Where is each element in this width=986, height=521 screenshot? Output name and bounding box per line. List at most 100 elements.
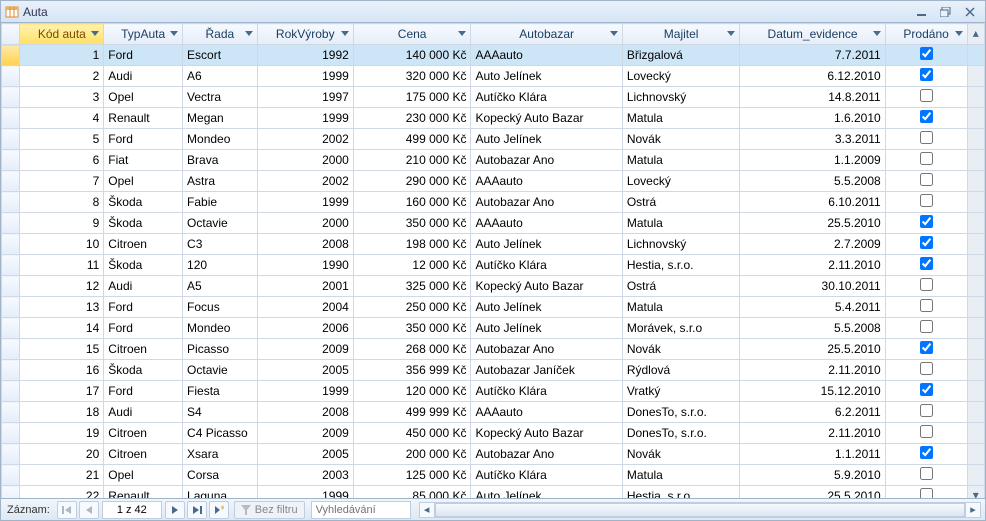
cell-bazar[interactable]: Kopecký Auto Bazar xyxy=(471,108,622,129)
sold-checkbox[interactable] xyxy=(920,89,933,102)
cell-majitel[interactable]: Matula xyxy=(622,150,740,171)
cell-typ[interactable]: Citroen xyxy=(104,339,183,360)
table-row[interactable]: 15CitroenPicasso2009268 000 KčAutobazar … xyxy=(2,339,985,360)
table-row[interactable]: 7OpelAstra2002290 000 KčAAAautoLovecký5.… xyxy=(2,171,985,192)
cell-bazar[interactable]: Autobazar Ano xyxy=(471,192,622,213)
vscroll-track[interactable] xyxy=(967,360,984,381)
cell-prodano[interactable] xyxy=(885,45,967,66)
vscroll-track[interactable] xyxy=(967,234,984,255)
column-dropdown-icon[interactable] xyxy=(725,27,737,41)
column-header-rada[interactable]: Řada xyxy=(183,24,258,45)
sold-checkbox[interactable] xyxy=(920,257,933,270)
cell-bazar[interactable]: AAAauto xyxy=(471,45,622,66)
cell-bazar[interactable]: Auto Jelínek xyxy=(471,318,622,339)
column-header-bazar[interactable]: Autobazar xyxy=(471,24,622,45)
cell-typ[interactable]: Ford xyxy=(104,318,183,339)
sold-checkbox[interactable] xyxy=(920,236,933,249)
column-dropdown-icon[interactable] xyxy=(168,27,180,41)
vscroll-track[interactable] xyxy=(967,444,984,465)
column-dropdown-icon[interactable] xyxy=(243,27,255,41)
vscroll-track[interactable] xyxy=(967,297,984,318)
cell-prodano[interactable] xyxy=(885,150,967,171)
hscroll-left[interactable]: ◂ xyxy=(419,502,435,518)
cell-majitel[interactable]: Vratký xyxy=(622,381,740,402)
table-row[interactable]: 12AudiA52001325 000 KčKopecký Auto Bazar… xyxy=(2,276,985,297)
table-row[interactable]: 17FordFiesta1999120 000 KčAutíčko KláraV… xyxy=(2,381,985,402)
hscroll-thumb[interactable] xyxy=(435,503,965,517)
vscroll-track[interactable] xyxy=(967,402,984,423)
sold-checkbox[interactable] xyxy=(920,131,933,144)
cell-cena[interactable]: 450 000 Kč xyxy=(353,423,471,444)
search-input[interactable] xyxy=(311,501,411,519)
cell-majitel[interactable]: Břizgalová xyxy=(622,45,740,66)
cell-kod[interactable]: 12 xyxy=(20,276,104,297)
cell-bazar[interactable]: Kopecký Auto Bazar xyxy=(471,276,622,297)
cell-rada[interactable]: A5 xyxy=(183,276,258,297)
sold-checkbox[interactable] xyxy=(920,488,933,498)
cell-rada[interactable]: Picasso xyxy=(183,339,258,360)
cell-typ[interactable]: Citroen xyxy=(104,444,183,465)
cell-datum[interactable]: 2.11.2010 xyxy=(740,423,885,444)
cell-prodano[interactable] xyxy=(885,318,967,339)
table-row[interactable]: 14FordMondeo2006350 000 KčAuto JelínekMo… xyxy=(2,318,985,339)
cell-majitel[interactable]: DonesTo, s.r.o. xyxy=(622,423,740,444)
vscroll-track[interactable] xyxy=(967,465,984,486)
cell-datum[interactable]: 1.1.2011 xyxy=(740,444,885,465)
cell-prodano[interactable] xyxy=(885,213,967,234)
cell-kod[interactable]: 1 xyxy=(20,45,104,66)
row-selector[interactable] xyxy=(2,213,20,234)
cell-rada[interactable]: Escort xyxy=(183,45,258,66)
cell-kod[interactable]: 21 xyxy=(20,465,104,486)
cell-typ[interactable]: Škoda xyxy=(104,255,183,276)
column-dropdown-icon[interactable] xyxy=(456,27,468,41)
cell-datum[interactable]: 2.11.2010 xyxy=(740,255,885,276)
sold-checkbox[interactable] xyxy=(920,47,933,60)
cell-majitel[interactable]: Matula xyxy=(622,465,740,486)
cell-cena[interactable]: 320 000 Kč xyxy=(353,66,471,87)
row-selector[interactable] xyxy=(2,402,20,423)
row-selector[interactable] xyxy=(2,45,20,66)
cell-cena[interactable]: 12 000 Kč xyxy=(353,255,471,276)
cell-bazar[interactable]: AAAauto xyxy=(471,213,622,234)
vscroll-track[interactable] xyxy=(967,192,984,213)
column-dropdown-icon[interactable] xyxy=(89,27,101,41)
sold-checkbox[interactable] xyxy=(920,194,933,207)
cell-cena[interactable]: 290 000 Kč xyxy=(353,171,471,192)
cell-typ[interactable]: Ford xyxy=(104,381,183,402)
cell-majitel[interactable]: Matula xyxy=(622,213,740,234)
sold-checkbox[interactable] xyxy=(920,173,933,186)
column-header-typ[interactable]: TypAuta xyxy=(104,24,183,45)
vscroll-track[interactable] xyxy=(967,150,984,171)
cell-rada[interactable]: Mondeo xyxy=(183,129,258,150)
select-all-corner[interactable] xyxy=(2,24,20,45)
row-selector[interactable] xyxy=(2,150,20,171)
cell-rok[interactable]: 2006 xyxy=(257,318,353,339)
record-position-input[interactable] xyxy=(102,501,162,519)
row-selector[interactable] xyxy=(2,444,20,465)
cell-majitel[interactable]: Lovecký xyxy=(622,66,740,87)
vscroll-track[interactable] xyxy=(967,423,984,444)
cell-majitel[interactable]: Novák xyxy=(622,444,740,465)
cell-typ[interactable]: Renault xyxy=(104,108,183,129)
cell-kod[interactable]: 13 xyxy=(20,297,104,318)
vscroll-track[interactable] xyxy=(967,45,984,66)
cell-prodano[interactable] xyxy=(885,276,967,297)
cell-cena[interactable]: 268 000 Kč xyxy=(353,339,471,360)
sold-checkbox[interactable] xyxy=(920,467,933,480)
vscroll-track[interactable] xyxy=(967,381,984,402)
table-row[interactable]: 22RenaultLaguna199985 000 KčAuto Jelínek… xyxy=(2,486,985,499)
cell-rok[interactable]: 2009 xyxy=(257,339,353,360)
cell-cena[interactable]: 200 000 Kč xyxy=(353,444,471,465)
cell-rada[interactable]: Focus xyxy=(183,297,258,318)
column-header-majitel[interactable]: Majitel xyxy=(622,24,740,45)
sold-checkbox[interactable] xyxy=(920,362,933,375)
sold-checkbox[interactable] xyxy=(920,446,933,459)
cell-bazar[interactable]: Autobazar Ano xyxy=(471,339,622,360)
hscroll-track[interactable] xyxy=(435,502,965,518)
cell-majitel[interactable]: Lichnovský xyxy=(622,87,740,108)
cell-datum[interactable]: 25.5.2010 xyxy=(740,339,885,360)
cell-kod[interactable]: 22 xyxy=(20,486,104,499)
nav-new-button[interactable]: ✳ xyxy=(209,501,229,519)
cell-bazar[interactable]: AAAauto xyxy=(471,402,622,423)
nav-last-button[interactable] xyxy=(187,501,207,519)
